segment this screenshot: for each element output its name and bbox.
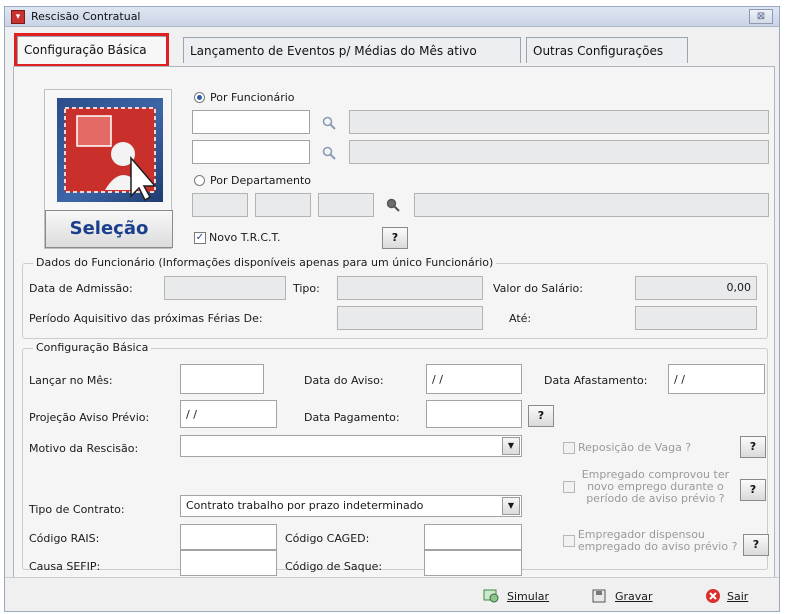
gravar-button[interactable]: Gravar [591, 588, 653, 604]
motivo-rescisao-select[interactable]: ▼ [180, 435, 522, 457]
data-pagamento-help-button[interactable]: ? [528, 405, 554, 427]
tab-lancamento-eventos[interactable]: Lançamento de Eventos p/ Médias do Mês a… [183, 37, 521, 63]
departamento-field-1 [192, 193, 248, 217]
checkbox-indicator [563, 481, 575, 493]
funcionario-code-input-1[interactable] [192, 110, 310, 134]
data-pagamento-input[interactable] [426, 400, 522, 428]
tipo-contrato-value: Contrato trabalho por prazo indeterminad… [186, 499, 424, 512]
periodo-de-field [337, 306, 483, 330]
sair-button[interactable]: Sair [705, 588, 748, 604]
simular-button[interactable]: Simular [483, 588, 549, 604]
por-departamento-radio[interactable]: Por Departamento [194, 174, 311, 187]
codigo-rais-input[interactable] [180, 524, 277, 550]
ate-label: Até: [509, 312, 532, 325]
empregado-comprovou-help-button[interactable]: ? [740, 479, 766, 501]
departamento-field-3 [318, 193, 374, 217]
tab-label: Outras Configurações [533, 44, 664, 58]
codigo-caged-input[interactable] [424, 524, 522, 550]
selecao-button[interactable]: Seleção [45, 210, 173, 248]
funcionario-name-field-2 [349, 140, 769, 164]
data-afastamento-input[interactable]: / / [668, 364, 765, 394]
search-funcionario-2-icon[interactable] [322, 146, 336, 160]
data-admissao-label: Data de Admissão: [29, 282, 133, 295]
rescisao-window: ▾ Rescisão Contratual ⊠ Configuração Bás… [4, 6, 780, 612]
tab-configuracao-basica[interactable]: Configuração Básica [17, 36, 169, 64]
codigo-caged-label: Código CAGED: [285, 532, 370, 545]
data-afastamento-label: Data Afastamento: [544, 374, 648, 387]
action-bar: Simular Gravar Sair [5, 577, 779, 611]
selection-illustration-icon [57, 98, 163, 202]
title-bar: ▾ Rescisão Contratual ⊠ [5, 7, 779, 27]
novo-trct-help-button[interactable]: ? [382, 227, 408, 249]
dados-funcionario-group: Dados do Funcionário (Informações dispon… [22, 256, 768, 339]
data-pagamento-label: Data Pagamento: [304, 411, 400, 424]
dropdown-arrow-icon[interactable]: ▼ [502, 437, 520, 455]
codigo-saque-label: Código de Saque: [285, 560, 383, 573]
valor-salario-label: Valor do Salário: [493, 282, 583, 295]
reposicao-vaga-checkbox[interactable]: Reposição de Vaga ? [563, 441, 691, 454]
por-funcionario-label: Por Funcionário [210, 91, 295, 104]
simulate-icon [483, 589, 499, 603]
causa-sefip-input[interactable] [180, 550, 277, 576]
projecao-aviso-label: Projeção Aviso Prévio: [29, 411, 150, 424]
radio-indicator [194, 92, 205, 103]
configuracao-basica-group: Configuração Básica Lançar no Mês: Data … [22, 341, 769, 576]
data-admissao-field [164, 276, 286, 300]
periodo-aquisitivo-label: Período Aquisitivo das próximas Férias D… [29, 312, 263, 325]
radio-indicator [194, 175, 205, 186]
tipo-contrato-label: Tipo de Contrato: [29, 503, 125, 516]
exit-icon [706, 589, 720, 603]
lancar-mes-input[interactable] [180, 364, 264, 394]
gravar-label: Gravar [615, 589, 653, 603]
codigo-saque-input[interactable] [424, 550, 522, 576]
checkbox-indicator: ✓ [194, 231, 206, 244]
checkbox-indicator [563, 535, 575, 547]
empregado-comprovou-label: Empregado comprovou ter novo emprego dur… [581, 468, 730, 505]
funcionario-code-input-2[interactable] [192, 140, 310, 164]
valor-salario-field: 0,00 [635, 276, 757, 300]
search-funcionario-icon[interactable] [322, 116, 336, 130]
por-funcionario-radio[interactable]: Por Funcionário [194, 91, 295, 104]
reposicao-vaga-help-button[interactable]: ? [740, 436, 766, 458]
projecao-aviso-input[interactable]: / / [180, 400, 277, 428]
simular-label: Simular [507, 589, 550, 603]
search-departamento-icon[interactable] [386, 198, 400, 212]
close-button[interactable]: ⊠ [749, 9, 773, 24]
tab-label: Configuração Básica [24, 43, 147, 57]
lancar-mes-label: Lançar no Mês: [29, 374, 113, 387]
empregador-dispensou-help-button[interactable]: ? [743, 534, 769, 556]
periodo-ate-field [635, 306, 757, 330]
tipo-label: Tipo: [293, 282, 320, 295]
novo-trct-label: Novo T.R.C.T. [209, 231, 281, 244]
window-title: Rescisão Contratual [31, 10, 141, 23]
reposicao-vaga-label: Reposição de Vaga ? [578, 441, 692, 454]
empregador-dispensou-label: Empregador dispensou empregado do aviso … [577, 528, 738, 553]
funcionario-name-field-1 [349, 110, 769, 134]
novo-trct-checkbox[interactable]: ✓ Novo T.R.C.T. [194, 231, 280, 244]
checkbox-indicator [563, 441, 575, 454]
departamento-field-2 [255, 193, 311, 217]
codigo-rais-label: Código RAIS: [29, 532, 100, 545]
sair-label: Sair [727, 589, 749, 603]
motivo-rescisao-label: Motivo da Rescisão: [29, 442, 139, 455]
configuracao-basica-panel: Seleção Por Funcionário Por Departamento [13, 66, 775, 579]
por-departamento-label: Por Departamento [210, 174, 312, 187]
configuracao-basica-title: Configuração Básica [33, 341, 152, 354]
selection-box: Seleção [44, 89, 173, 249]
app-icon: ▾ [11, 10, 25, 24]
dados-funcionario-title: Dados do Funcionário (Informações dispon… [33, 256, 497, 269]
empregado-comprovou-checkbox[interactable]: Empregado comprovou ter novo emprego dur… [563, 469, 733, 505]
tipo-field [337, 276, 483, 300]
dropdown-arrow-icon[interactable]: ▼ [502, 497, 520, 515]
tab-outras-configuracoes[interactable]: Outras Configurações [526, 37, 688, 63]
causa-sefip-label: Causa SEFIP: [29, 560, 101, 573]
tab-label: Lançamento de Eventos p/ Médias do Mês a… [190, 44, 477, 58]
empregador-dispensou-checkbox[interactable]: Empregador dispensou empregado do aviso … [563, 529, 743, 553]
data-aviso-input[interactable]: / / [426, 364, 522, 394]
data-aviso-label: Data do Aviso: [304, 374, 384, 387]
save-icon [592, 589, 606, 603]
tipo-contrato-select[interactable]: Contrato trabalho por prazo indeterminad… [180, 495, 522, 517]
departamento-name-field [414, 193, 769, 217]
